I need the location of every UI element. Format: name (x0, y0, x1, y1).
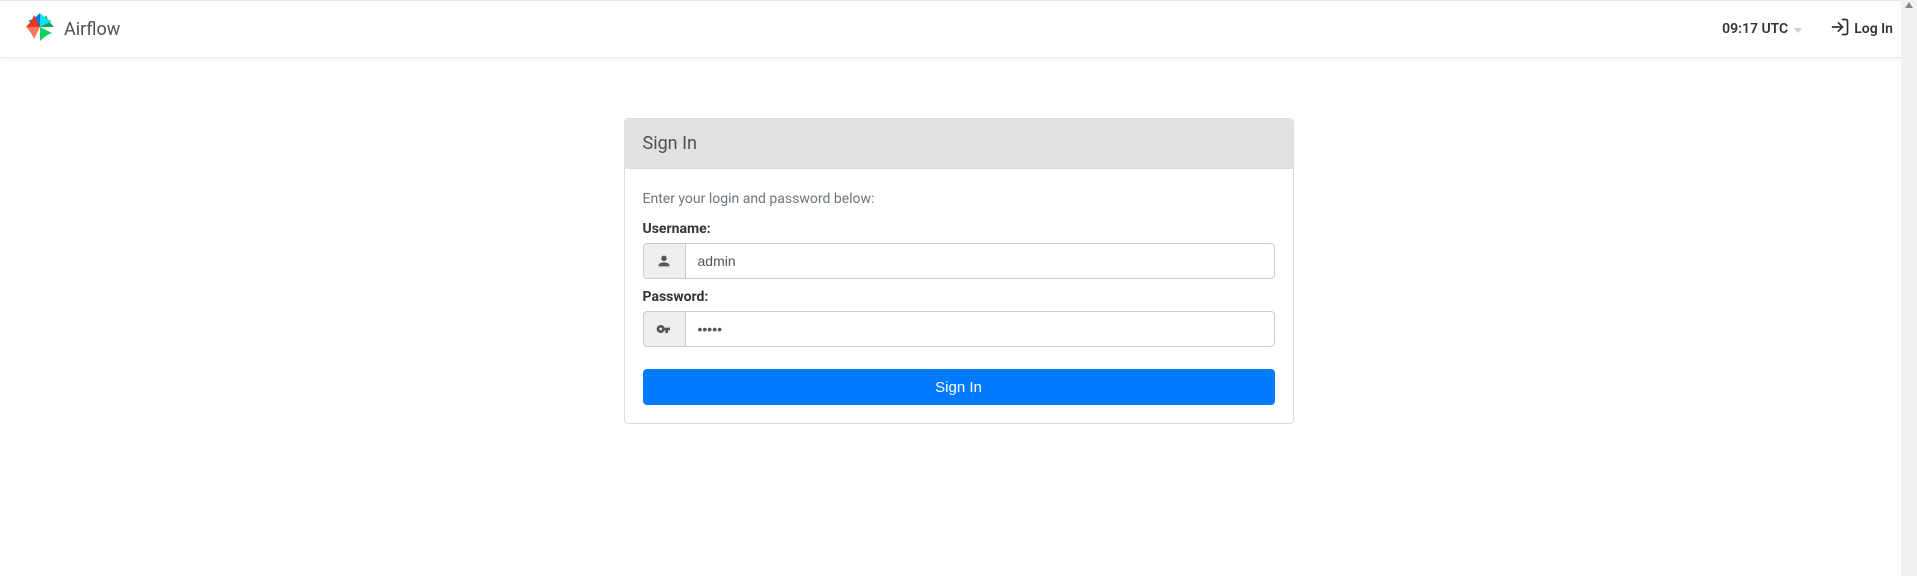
username-group: Username: (643, 221, 1275, 279)
login-link-text: Log In (1854, 21, 1893, 37)
scroll-up-icon (1905, 2, 1913, 8)
password-input-group (643, 311, 1275, 347)
signin-panel: Sign In Enter your login and password be… (624, 118, 1294, 424)
scrollbar-track[interactable] (1901, 0, 1917, 576)
password-input[interactable] (685, 311, 1275, 347)
panel-heading: Sign In (625, 119, 1293, 169)
brand-link[interactable]: Airflow (24, 11, 120, 47)
caret-down-icon (1794, 28, 1802, 33)
username-label: Username: (643, 221, 1275, 237)
navbar-right: 09:17 UTC Log In (1722, 17, 1893, 41)
clock-text: 09:17 UTC (1722, 21, 1788, 37)
panel-body: Enter your login and password below: Use… (625, 169, 1293, 423)
signin-button[interactable]: Sign In (643, 369, 1275, 405)
navbar: Airflow 09:17 UTC Log In (0, 0, 1917, 58)
help-text: Enter your login and password below: (643, 191, 1275, 207)
clock-dropdown[interactable]: 09:17 UTC (1722, 21, 1802, 37)
user-icon (643, 243, 685, 279)
panel-title: Sign In (643, 133, 1275, 154)
username-input-group (643, 243, 1275, 279)
password-group: Password: (643, 289, 1275, 347)
key-icon (643, 311, 685, 347)
login-icon (1830, 17, 1850, 41)
password-label: Password: (643, 289, 1275, 305)
brand-text: Airflow (64, 19, 120, 40)
airflow-logo-icon (24, 11, 56, 47)
login-link[interactable]: Log In (1830, 17, 1893, 41)
username-input[interactable] (685, 243, 1275, 279)
main-container: Sign In Enter your login and password be… (609, 118, 1309, 424)
